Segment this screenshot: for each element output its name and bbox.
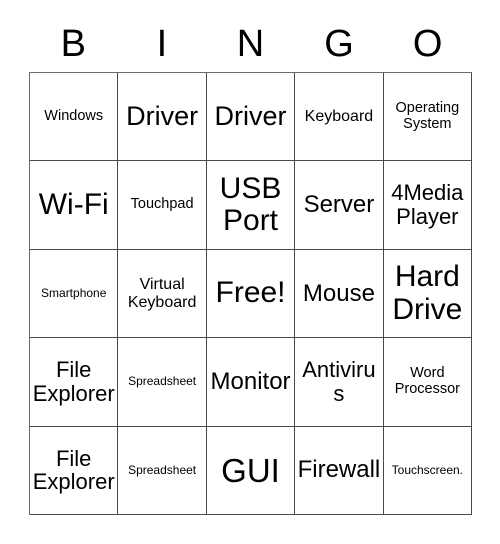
bingo-row: Smartphone Virtual Keyboard Free! Mouse … bbox=[30, 249, 473, 339]
bingo-header-letter-g: G bbox=[324, 23, 354, 65]
bingo-cell-label: Antivirus bbox=[302, 357, 376, 406]
bingo-cell-label: File Explorer bbox=[32, 445, 115, 495]
bingo-cell[interactable]: Antivirus bbox=[295, 338, 384, 427]
bingo-cell-label: File Explorer bbox=[32, 357, 115, 406]
bingo-cell-label: Driver bbox=[126, 101, 199, 132]
bingo-cell-label: Operating System bbox=[395, 100, 460, 132]
bingo-cell[interactable]: Touchpad bbox=[118, 161, 207, 250]
bingo-cell[interactable]: Windows bbox=[30, 73, 119, 162]
bingo-cell-label: Virtual Keyboard bbox=[127, 276, 197, 311]
bingo-cell[interactable]: Monitor bbox=[206, 338, 296, 427]
bingo-cell-label: Monitor bbox=[210, 367, 291, 395]
bingo-cell-label: Windows bbox=[44, 107, 104, 124]
bingo-cell[interactable]: Driver bbox=[206, 73, 296, 162]
bingo-cell-label: 4Media Player bbox=[391, 180, 464, 230]
bingo-cell[interactable]: Keyboard bbox=[295, 73, 384, 162]
bingo-header-letter-i: I bbox=[156, 23, 168, 65]
bingo-cell-label: Touchscreen. bbox=[391, 462, 464, 477]
bingo-row: Wi-Fi Touchpad USB Port Server 4Media Pl… bbox=[30, 161, 473, 250]
bingo-cell-label: GUI bbox=[221, 451, 280, 489]
bingo-cell[interactable]: Server bbox=[295, 161, 384, 250]
bingo-cell-label: USB Port bbox=[219, 171, 282, 238]
bingo-cell[interactable]: File Explorer bbox=[30, 426, 119, 516]
bingo-header-row: B I N G O bbox=[29, 16, 472, 72]
bingo-cell-label: Spreadsheet bbox=[128, 374, 197, 389]
bingo-cell[interactable]: Driver bbox=[118, 73, 207, 162]
bingo-header-letter-n: N bbox=[236, 23, 265, 65]
bingo-cell[interactable]: Virtual Keyboard bbox=[118, 249, 207, 339]
bingo-cell[interactable]: GUI bbox=[206, 426, 296, 516]
bingo-cell[interactable]: Firewall bbox=[295, 426, 384, 516]
bingo-cell-label: Keyboard bbox=[304, 108, 374, 126]
bingo-cell-label: Mouse bbox=[302, 279, 375, 307]
bingo-cell-label: Driver bbox=[214, 101, 287, 132]
bingo-header-letter-o: O bbox=[412, 23, 443, 65]
bingo-cell[interactable]: Operating System bbox=[383, 73, 473, 162]
bingo-cell[interactable]: Wi-Fi bbox=[30, 161, 119, 250]
bingo-cell[interactable]: Touchscreen. bbox=[383, 426, 473, 516]
bingo-grid: Windows Driver Driver Keyboard Operating… bbox=[29, 72, 473, 516]
bingo-cell[interactable]: 4Media Player bbox=[383, 161, 473, 250]
bingo-cell[interactable]: Word Processor bbox=[383, 338, 473, 427]
bingo-cell[interactable]: Mouse bbox=[295, 249, 384, 339]
bingo-row: Windows Driver Driver Keyboard Operating… bbox=[30, 73, 473, 162]
bingo-row: File Explorer Spreadsheet GUI Firewall T… bbox=[30, 426, 473, 516]
bingo-cell[interactable]: USB Port bbox=[206, 161, 296, 250]
bingo-cell-label: Wi-Fi bbox=[38, 187, 109, 221]
bingo-cell-label: Word Processor bbox=[394, 365, 460, 397]
bingo-cell[interactable]: Spreadsheet bbox=[118, 426, 207, 516]
bingo-cell-label: Free! bbox=[215, 276, 286, 310]
bingo-cell[interactable]: Smartphone bbox=[30, 249, 119, 339]
bingo-cell[interactable]: Hard Drive bbox=[383, 249, 473, 339]
bingo-cell-free[interactable]: Free! bbox=[206, 249, 296, 339]
bingo-cell-label: Server bbox=[303, 191, 375, 219]
bingo-header-letter-b: B bbox=[60, 23, 86, 65]
bingo-cell-label: Spreadsheet bbox=[128, 462, 197, 477]
bingo-cell-label: Hard Drive bbox=[392, 260, 463, 326]
bingo-row: File Explorer Spreadsheet Monitor Antivi… bbox=[30, 338, 473, 427]
bingo-cell-label: Firewall bbox=[297, 456, 381, 484]
bingo-cell-label: Smartphone bbox=[41, 286, 107, 301]
bingo-cell[interactable]: File Explorer bbox=[30, 338, 119, 427]
bingo-card: B I N G O Windows Driver Driver Keyboard… bbox=[0, 0, 500, 544]
bingo-cell[interactable]: Spreadsheet bbox=[118, 338, 207, 427]
bingo-cell-label: Touchpad bbox=[130, 196, 194, 213]
